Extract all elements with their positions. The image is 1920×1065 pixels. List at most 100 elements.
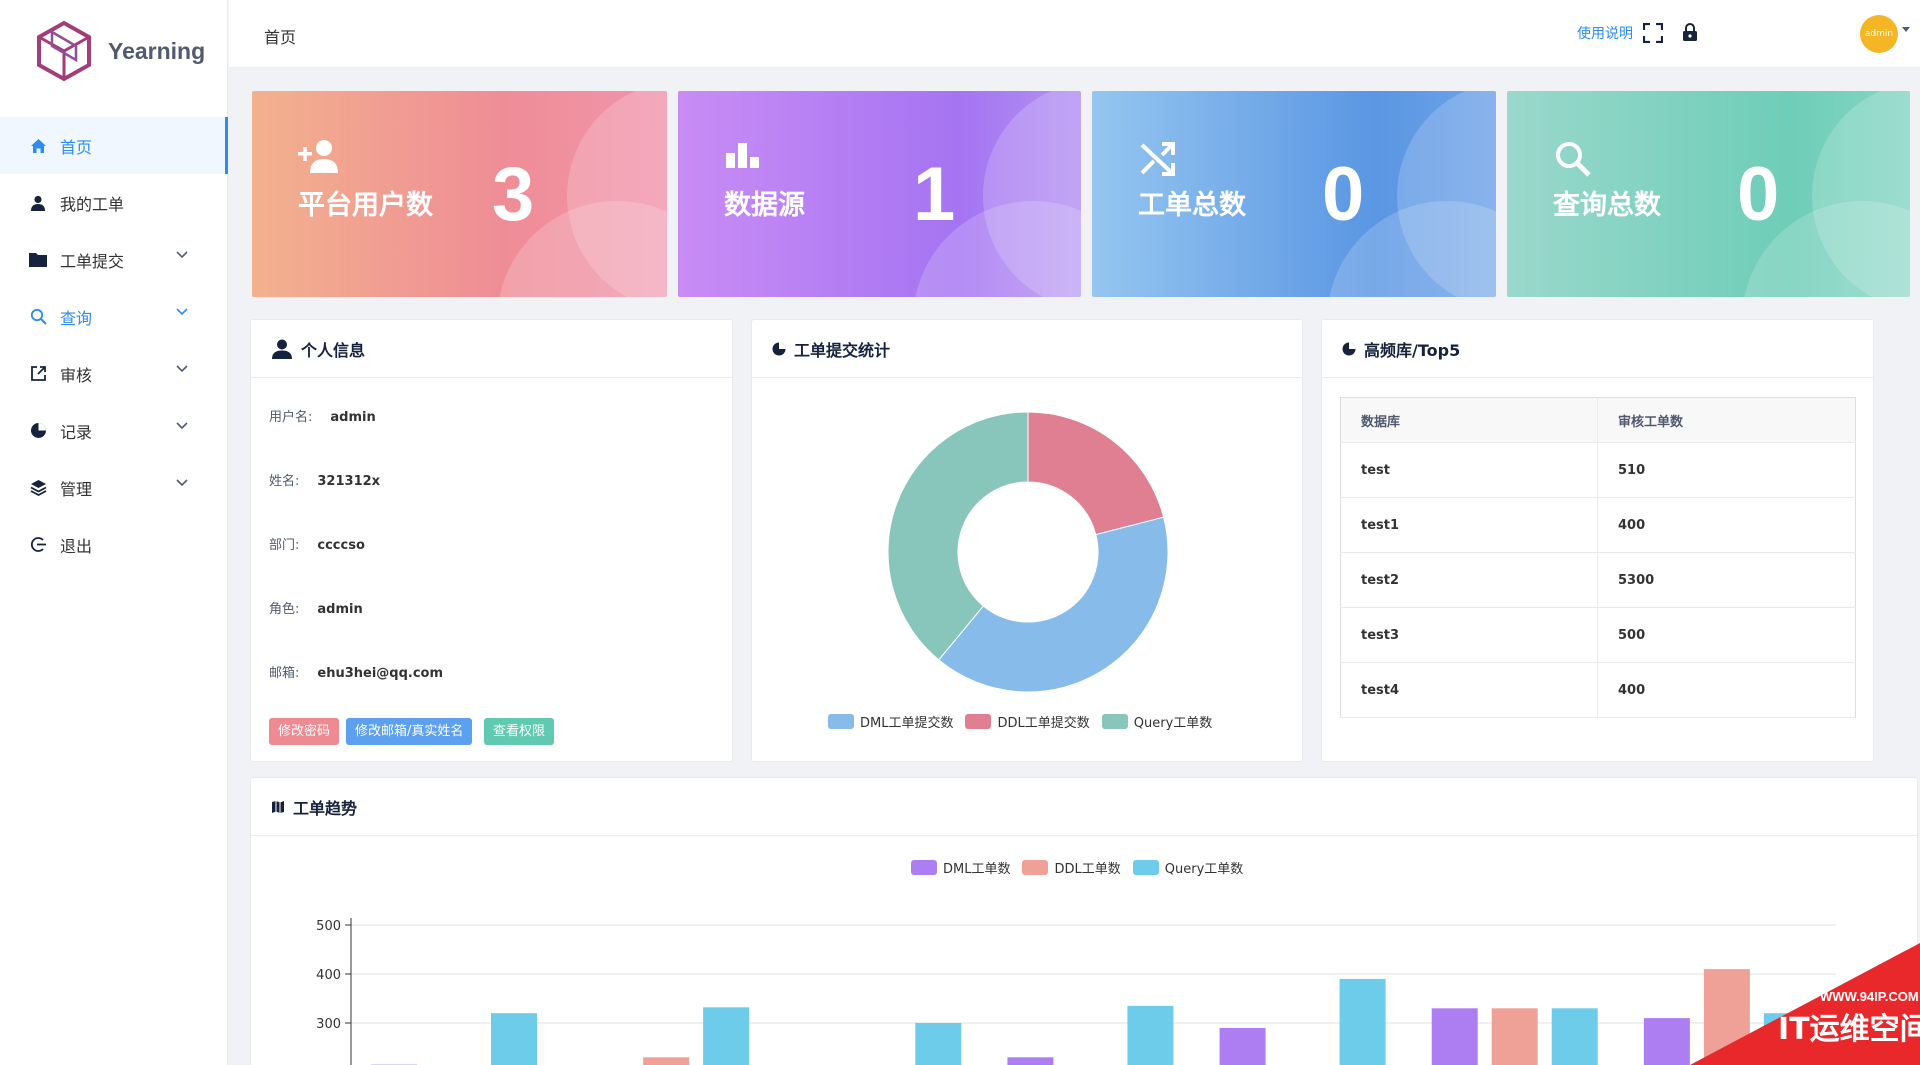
info-row-department: 部门: ccccso (269, 534, 365, 553)
field-value: ehu3hei@qq.com (317, 666, 444, 681)
y-tick-label: 300 (316, 1017, 341, 1032)
sidebar-item-audit[interactable]: 审核 (0, 345, 228, 402)
top-header: 首页 使用说明 admin (229, 0, 1920, 68)
table-cell: test3 (1340, 607, 1598, 663)
chevron-down-icon (176, 422, 188, 430)
panel-title: 个人信息 (301, 340, 366, 360)
field-key: 角色: (269, 602, 300, 617)
app-name: Yearning (108, 37, 206, 64)
legend-item-ddl[interactable]: DDL工单提交数 (965, 712, 1090, 731)
user-icon (271, 339, 293, 359)
legend-label: DML工单数 (943, 862, 1011, 877)
legend-item-dml[interactable]: DML工单数 (911, 858, 1010, 877)
sidebar-item-home[interactable]: 首页 (0, 117, 228, 174)
legend-item-dml[interactable]: DML工单提交数 (828, 712, 953, 731)
bar-0-6[interactable] (1643, 1018, 1690, 1065)
sidebar-item-records[interactable]: 记录 (0, 402, 228, 459)
bar-1-5[interactable] (1491, 1008, 1538, 1065)
table-row[interactable]: test 510 (1340, 442, 1856, 498)
panel-title: 高频库/Top5 (1364, 340, 1461, 360)
table-row[interactable]: test4 400 (1340, 662, 1856, 718)
table-row[interactable]: test1 400 (1340, 497, 1856, 553)
bar-0-5[interactable] (1431, 1008, 1478, 1065)
sidebar-item-label: 审核 (60, 365, 93, 385)
bar-2-2[interactable] (915, 1023, 962, 1065)
help-link[interactable]: 使用说明 (1577, 23, 1633, 43)
bar-0-3[interactable] (1007, 1057, 1054, 1065)
sidebar-item-label: 我的工单 (60, 194, 125, 214)
legend-item-query[interactable]: Query工单数 (1132, 858, 1244, 877)
legend-swatch (1022, 860, 1049, 875)
stat-card-queries: 查询总数 0 (1507, 91, 1910, 297)
magnifier-icon (1556, 142, 1591, 177)
trend-bar-chart: 500 400 300 (316, 918, 1836, 1065)
trend-legend: DML工单数 DDL工单数 Query工单数 (911, 858, 1255, 877)
table-cell: 510 (1597, 442, 1856, 498)
sidebar-item-my-orders[interactable]: 我的工单 (0, 174, 228, 231)
table-row[interactable]: test3 500 (1340, 607, 1856, 663)
sidebar-item-query[interactable]: 查询 (0, 288, 228, 345)
sidebar-item-label: 记录 (60, 422, 93, 442)
view-permissions-button[interactable]: 查看权限 (484, 718, 555, 745)
y-tick-label: 400 (316, 968, 341, 983)
legend-label: Query工单数 (1164, 862, 1244, 877)
stat-value: 3 (492, 152, 535, 237)
sidebar-item-label: 工单提交 (60, 251, 125, 271)
lock-icon[interactable] (1682, 22, 1698, 42)
table-header-row: 数据库 审核工单数 (1340, 397, 1856, 443)
top5-panel: 高频库/Top5 数据库 审核工单数 test 510 test1 400 test… (1321, 319, 1874, 762)
bar-2-1[interactable] (703, 1007, 750, 1065)
edit-email-name-button[interactable]: 修改邮箱/真实姓名 (346, 718, 473, 745)
field-value: 321312x (317, 474, 381, 489)
bar-0-4[interactable] (1219, 1027, 1266, 1065)
panel-title: 工单趋势 (293, 798, 358, 818)
stat-value: 0 (1737, 152, 1780, 237)
panel-header: 工单趋势 (251, 778, 1917, 836)
app-logo[interactable]: Yearning (34, 20, 205, 82)
bar-2-3[interactable] (1127, 1005, 1174, 1065)
sidebar-item-logout[interactable]: 退出 (0, 516, 228, 573)
field-key: 姓名: (269, 474, 300, 489)
field-key: 部门: (269, 538, 300, 553)
info-row-email: 邮箱: ehu3hei@qq.com (269, 662, 443, 681)
bar-2-5[interactable] (1551, 1008, 1598, 1065)
stat-label: 工单总数 (1138, 190, 1246, 221)
avatar[interactable]: admin (1860, 15, 1898, 53)
home-icon (28, 136, 48, 156)
stat-value: 1 (913, 152, 956, 237)
stat-label: 平台用户数 (298, 190, 433, 221)
sidebar-item-submit[interactable]: 工单提交 (0, 231, 228, 288)
bar-2-4[interactable] (1339, 978, 1386, 1065)
bar-1-1[interactable] (643, 1057, 690, 1065)
panel-header: 个人信息 (251, 320, 732, 378)
sidebar-item-manage[interactable]: 管理 (0, 459, 228, 516)
legend-item-ddl[interactable]: DDL工单数 (1022, 858, 1121, 877)
table-cell: 400 (1597, 662, 1856, 718)
caret-down-icon[interactable] (1902, 27, 1910, 32)
stat-label: 数据源 (724, 190, 805, 221)
column-header[interactable]: 数据库 (1340, 397, 1598, 443)
external-link-icon (28, 364, 48, 384)
column-header[interactable]: 审核工单数 (1597, 397, 1856, 443)
donut-chart (887, 411, 1169, 693)
bar-chart-icon (726, 143, 759, 168)
watermark-site: WWW.94IP.COM (1820, 989, 1919, 1004)
sidebar-menu: 首页 我的工单 工单提交 查询 审核 记录 管理 退出 (0, 117, 228, 573)
table-cell: 500 (1597, 607, 1856, 663)
legend-label: Query工单数 (1133, 716, 1213, 731)
bar-2-0[interactable] (491, 1013, 537, 1065)
change-password-button[interactable]: 修改密码 (269, 718, 340, 745)
legend-label: DDL工单提交数 (997, 716, 1090, 731)
stat-card-users: 平台用户数 3 (252, 91, 667, 297)
logout-icon (28, 535, 48, 555)
field-value: admin (317, 602, 363, 617)
table-row[interactable]: test2 5300 (1340, 552, 1856, 608)
field-key: 邮箱: (269, 666, 300, 681)
donut-slice-1[interactable] (1027, 411, 1165, 536)
donut-legend: DML工单提交数 DDL工单提交数 Query工单数 (828, 712, 1224, 731)
legend-item-query[interactable]: Query工单数 (1101, 712, 1213, 731)
legend-label: DML工单提交数 (860, 716, 954, 731)
legend-label: DDL工单数 (1054, 862, 1121, 877)
info-row-name: 姓名: 321312x (269, 470, 380, 489)
fullscreen-icon[interactable] (1643, 23, 1663, 43)
